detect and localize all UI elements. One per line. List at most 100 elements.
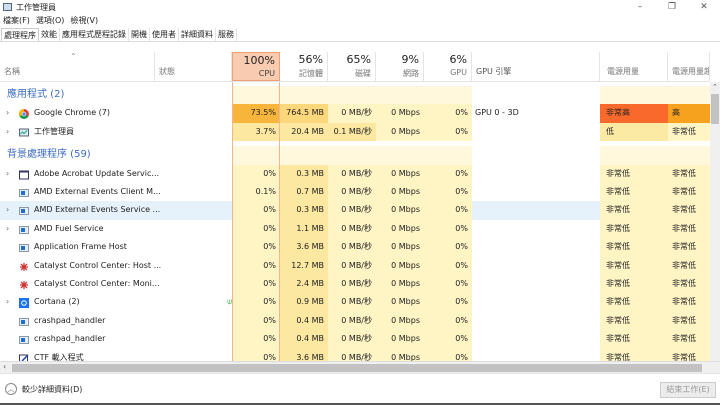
disk-total: 65%: [346, 53, 371, 66]
horizontal-scrollbar[interactable]: ‹: [0, 361, 720, 373]
column-gpu[interactable]: 6% GPU: [424, 52, 472, 81]
column-network[interactable]: 9% 網路: [376, 52, 424, 81]
group-label: 應用程式 (2): [7, 89, 65, 100]
group-background[interactable]: 背景處理程序 (59): [0, 146, 710, 165]
cell-net: 0 Mbps: [376, 238, 424, 257]
process-row[interactable]: Catalyst Control Center: Host ... 0% 12.7 …: [0, 256, 710, 275]
process-row[interactable]: › 工作管理員 3.7% 20.4 MB 0.1 MB/秒 0 Mbps 0% 低非常低: [0, 122, 710, 142]
vertical-scroll-thumb[interactable]: [711, 94, 719, 124]
gpu-total: 6%: [449, 53, 467, 66]
group-heat-cell: [232, 86, 280, 105]
cell-cpu: 0%: [232, 330, 280, 349]
column-power[interactable]: 電源用量: [600, 52, 668, 81]
process-name: Catalyst Control Center: Host ...: [34, 260, 162, 270]
process-row[interactable]: › AMD Fuel Service 0% 1.1 MB 0 MB/秒 0 Mbps 0% 非…: [0, 219, 710, 239]
footer: ︿ 較少詳細資料(D) 結束工作(E): [0, 373, 720, 405]
tab-details[interactable]: 詳細資料: [179, 28, 216, 41]
cell-gpu-engine: GPU 0 - 3D: [475, 108, 519, 118]
horizontal-scroll-thumb[interactable]: [12, 364, 702, 372]
cell-net: 0 Mbps: [376, 275, 424, 294]
process-name: Cortana (2): [34, 297, 80, 307]
network-total: 9%: [401, 53, 419, 66]
expand-chevron-icon[interactable]: ›: [6, 201, 9, 219]
process-list: 應用程式 (2) › Google Chrome (7) 73.5% 764.5 MB 0…: [0, 82, 710, 361]
cell-gpu: 0%: [424, 164, 472, 183]
cell-net: 0 Mbps: [376, 104, 424, 123]
menu-file[interactable]: 檔案(F): [3, 14, 30, 27]
minimize-button[interactable]: –: [624, 0, 656, 14]
column-status[interactable]: 狀態: [155, 52, 232, 81]
cell-power-trend: 高: [668, 104, 710, 123]
group-apps[interactable]: 應用程式 (2): [0, 86, 710, 105]
expand-chevron-icon[interactable]: ›: [6, 220, 9, 238]
group-power-cell: [600, 146, 668, 165]
cell-power-trend: 非常低: [668, 256, 710, 275]
tab-performance[interactable]: 效能: [39, 28, 60, 41]
process-row[interactable]: Catalyst Control Center: Moni... 0% 2.4 MB…: [0, 275, 710, 294]
tab-app-history[interactable]: 應用程式歷程記錄: [60, 28, 129, 41]
cell-mem: 12.7 MB: [280, 256, 328, 275]
cell-power-trend: 非常低: [668, 348, 710, 361]
task-manager-icon: [19, 127, 29, 137]
process-row[interactable]: › AMD External Events Service ... 0% 0.3 MB…: [0, 201, 710, 220]
tab-services[interactable]: 服務: [216, 28, 237, 41]
cell-cpu: 0%: [232, 238, 280, 257]
ctf-icon: [19, 353, 29, 361]
scroll-left-icon[interactable]: ‹: [3, 362, 6, 371]
process-row[interactable]: CTF 載入程式 0% 3.6 MB 0 MB/秒 0 Mbps 0% 非常低 非常低: [0, 348, 710, 361]
cell-mem: 20.4 MB: [280, 122, 328, 142]
cell-disk: 0 MB/秒: [328, 275, 376, 294]
column-memory[interactable]: 56% 記憶體: [280, 52, 328, 81]
cell-cpu: 3.7%: [232, 122, 280, 142]
group-heat-cell: [424, 146, 472, 165]
tab-users[interactable]: 使用者: [150, 28, 179, 41]
expand-chevron-icon[interactable]: ›: [6, 104, 9, 122]
restore-button[interactable]: ❐: [656, 0, 688, 14]
cell-mem: 0.9 MB: [280, 293, 328, 312]
cell-net: 0 Mbps: [376, 348, 424, 361]
group-label: 背景處理程序 (59): [7, 149, 91, 161]
tab-startup[interactable]: 開機: [129, 28, 150, 41]
vertical-scrollbar[interactable]: ⌃: [710, 82, 720, 361]
cell-power: 非常高: [600, 104, 668, 123]
service-icon: [19, 224, 29, 234]
column-status-label: 狀態: [159, 67, 175, 76]
cell-mem: 0.4 MB: [280, 311, 328, 331]
menu-options[interactable]: 選項(O): [36, 14, 65, 27]
group-power-cell: [600, 86, 668, 105]
process-row[interactable]: crashpad_handler 0% 0.4 MB 0 MB/秒 0 Mbps 0% 非常…: [0, 330, 710, 349]
group-heat-cell: [328, 146, 376, 165]
column-power-trend[interactable]: 電源用量趨勢: [668, 52, 710, 81]
expand-chevron-icon[interactable]: ›: [6, 165, 9, 183]
close-button[interactable]: ✕: [688, 0, 720, 14]
cell-power-trend: 非常低: [668, 201, 710, 220]
column-cpu[interactable]: 100% CPU: [232, 52, 280, 81]
column-disk[interactable]: 65% 磁碟: [328, 52, 376, 81]
cell-mem: 0.3 MB: [280, 201, 328, 220]
cell-net: 0 Mbps: [376, 219, 424, 239]
expand-chevron-icon[interactable]: ›: [6, 293, 9, 311]
group-heat-cell: [376, 146, 424, 165]
process-row[interactable]: › Adobe Acrobat Update Servic... 0% 0.3 MB 0…: [0, 164, 710, 183]
process-row[interactable]: Application Frame Host 0% 3.6 MB 0 MB/秒 0 Mb…: [0, 238, 710, 257]
process-row[interactable]: › Google Chrome (7) 73.5% 764.5 MB 0 MB/秒 0 M…: [0, 104, 710, 123]
process-name: Catalyst Control Center: Moni...: [34, 279, 160, 288]
menu-view[interactable]: 檢視(V): [70, 14, 98, 27]
column-name[interactable]: ⌃ 名稱: [0, 52, 155, 81]
process-name: AMD Fuel Service: [34, 223, 104, 233]
cell-gpu: 0%: [424, 183, 472, 202]
scroll-up-icon[interactable]: ⌃: [712, 83, 718, 91]
process-row[interactable]: AMD External Events Client M... 0.1% 0.7 M…: [0, 183, 710, 202]
cell-power-trend: 非常低: [668, 275, 710, 294]
tab-bar: 處理程序 效能 應用程式歷程記錄 開機 使用者 詳細資料 服務: [0, 28, 720, 42]
column-gpu-engine[interactable]: GPU 引擎: [472, 52, 600, 81]
expand-chevron-icon[interactable]: ›: [6, 123, 9, 141]
process-name: Application Frame Host: [34, 242, 127, 252]
service-icon: [19, 334, 29, 345]
end-task-button[interactable]: 結束工作(E): [660, 382, 716, 398]
fewer-details-button[interactable]: ︿ 較少詳細資料(D): [5, 383, 82, 395]
window-icon: [19, 169, 29, 180]
tab-processes[interactable]: 處理程序: [1, 28, 39, 41]
process-row[interactable]: crashpad_handler 0% 0.4 MB 0 MB/秒 0 Mbps 0% 非常…: [0, 311, 710, 331]
process-row[interactable]: › Cortana (2) ⍦ 0% 0.9 MB 0 MB/秒 0 Mbps 0% 非常低 非常…: [0, 293, 710, 312]
